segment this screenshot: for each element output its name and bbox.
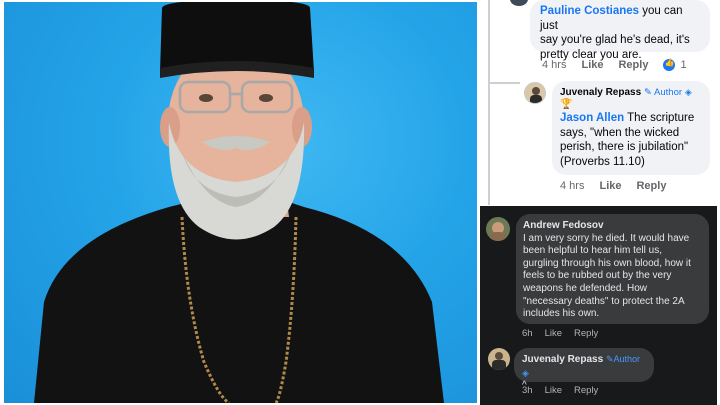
reply-actions: 3h Like Reply bbox=[522, 385, 598, 396]
reply-text: (Proverbs 11.10) bbox=[560, 155, 645, 168]
like-button[interactable]: Like bbox=[581, 59, 603, 71]
like-button[interactable]: Like bbox=[545, 328, 562, 339]
reply-actions: 4 hrs Like Reply bbox=[560, 180, 666, 192]
thumbs-up-icon bbox=[663, 58, 676, 71]
comment-bubble: Andrew Fedosov I am very sorry he died. … bbox=[516, 214, 709, 324]
comment-actions: 4 hrs Like Reply 1 bbox=[542, 58, 687, 71]
reply-author[interactable]: Juvenaly Repass bbox=[522, 354, 603, 365]
comment-actions: 6h Like Reply bbox=[522, 328, 598, 339]
comment-author[interactable]: Andrew Fedosov bbox=[523, 220, 702, 233]
reaction-number: 1 bbox=[680, 59, 687, 71]
comment-text-line: "necessary deaths" to protect the 2A bbox=[523, 295, 685, 307]
comment-text-line: I am very sorry he died. It would have bbox=[523, 232, 690, 244]
reaction-count[interactable]: 1 bbox=[663, 58, 687, 71]
comment-bubble: Pauline Costianes you can just say you'r… bbox=[530, 0, 710, 61]
verified-icon: ◈ bbox=[522, 367, 529, 378]
portrait-photo bbox=[4, 2, 477, 403]
comment-text: say you're glad he's dead, it's bbox=[540, 34, 690, 46]
like-button[interactable]: Like bbox=[599, 180, 621, 192]
mention-link[interactable]: Jason Allen bbox=[560, 112, 624, 124]
reply-bubble: Juvenaly Repass ✎ Author ◈ 🏆 Jason Allen… bbox=[552, 81, 710, 175]
comment-author[interactable]: Pauline Costianes bbox=[540, 5, 639, 17]
thread-line bbox=[488, 0, 490, 205]
reply-button[interactable]: Reply bbox=[574, 385, 598, 396]
author-badge: ✎ Author bbox=[643, 87, 683, 98]
reply-button[interactable]: Reply bbox=[636, 180, 666, 192]
reply-text: perish, there is jubilation" bbox=[560, 141, 689, 153]
reply-button[interactable]: Reply bbox=[574, 328, 598, 339]
reply-time[interactable]: 3h bbox=[522, 385, 533, 396]
comment-text-line: been helpful to hear him tell us, bbox=[523, 245, 662, 257]
reply-text: says, "when the wicked bbox=[560, 126, 680, 139]
reply-text: The scripture bbox=[624, 112, 695, 124]
reply-button[interactable]: Reply bbox=[618, 59, 648, 71]
dark-comment-thread: Andrew Fedosov I am very sorry he died. … bbox=[480, 206, 717, 405]
reply-author[interactable]: Juvenaly Repass bbox=[560, 87, 641, 98]
verified-icon: ◈ bbox=[684, 87, 692, 97]
avatar[interactable] bbox=[524, 82, 546, 104]
comment-text-line: gurgling through his own blood, how it bbox=[523, 257, 691, 269]
comment-text-line: weapons he defended. How bbox=[523, 282, 647, 294]
avatar[interactable] bbox=[486, 217, 510, 241]
priest-portrait-illustration bbox=[34, 2, 444, 403]
light-comment-thread: Pauline Costianes you can just say you'r… bbox=[480, 0, 720, 205]
author-badge: ✎Author bbox=[605, 354, 641, 364]
like-button[interactable]: Like bbox=[545, 385, 562, 396]
avatar[interactable] bbox=[510, 0, 528, 6]
reply-bubble: Juvenaly Repass ✎Author ◈ ^ bbox=[514, 348, 654, 391]
trophy-icon: 🏆 bbox=[560, 99, 573, 110]
thread-line-branch bbox=[490, 82, 520, 84]
comment-text-line: feels to be rubbed out by the very bbox=[523, 270, 672, 282]
comment-time[interactable]: 4 hrs bbox=[542, 59, 566, 71]
comment-time[interactable]: 6h bbox=[522, 328, 533, 339]
avatar[interactable] bbox=[488, 348, 510, 370]
comment-text-line: includes his own. bbox=[523, 308, 600, 320]
reply-time[interactable]: 4 hrs bbox=[560, 180, 584, 192]
